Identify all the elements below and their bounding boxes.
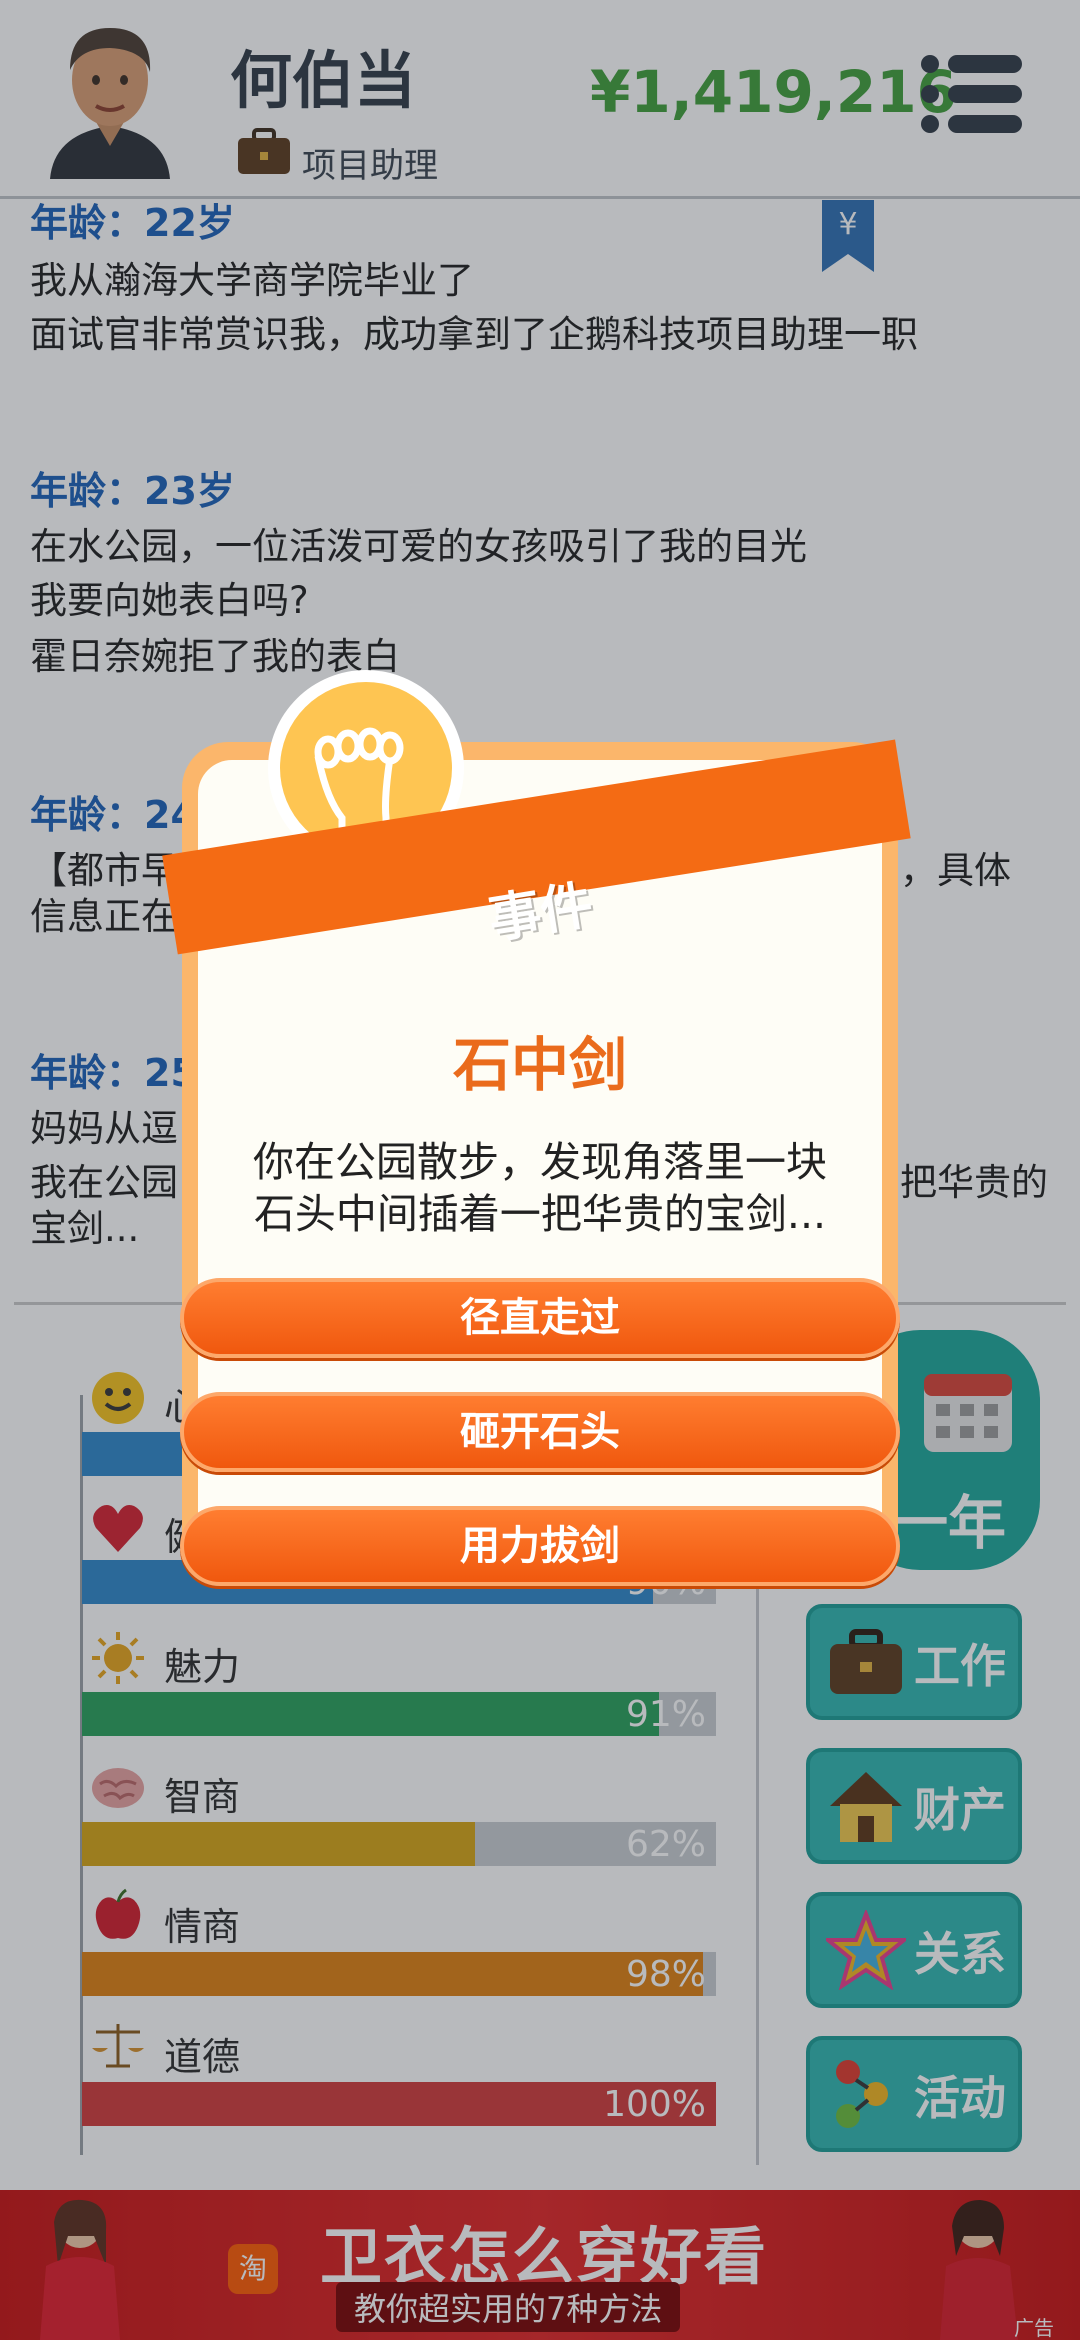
choice-label: 砸开石头 (460, 1409, 620, 1455)
choice-label: 径直走过 (460, 1295, 620, 1341)
event-name: 石中剑 (452, 1031, 627, 1099)
choice-pull-sword-button[interactable]: 用力拔剑 (180, 1506, 900, 1586)
event-description: 石头中间插着一把华贵的宝剑... (253, 1190, 827, 1238)
choice-label: 用力拔剑 (460, 1523, 620, 1569)
choice-smash-stone-button[interactable]: 砸开石头 (180, 1392, 900, 1472)
event-title: 事件 (484, 875, 597, 951)
choice-walk-past-button[interactable]: 径直走过 (180, 1278, 900, 1358)
event-description: 你在公园散步，发现角落里一块 (253, 1138, 827, 1186)
